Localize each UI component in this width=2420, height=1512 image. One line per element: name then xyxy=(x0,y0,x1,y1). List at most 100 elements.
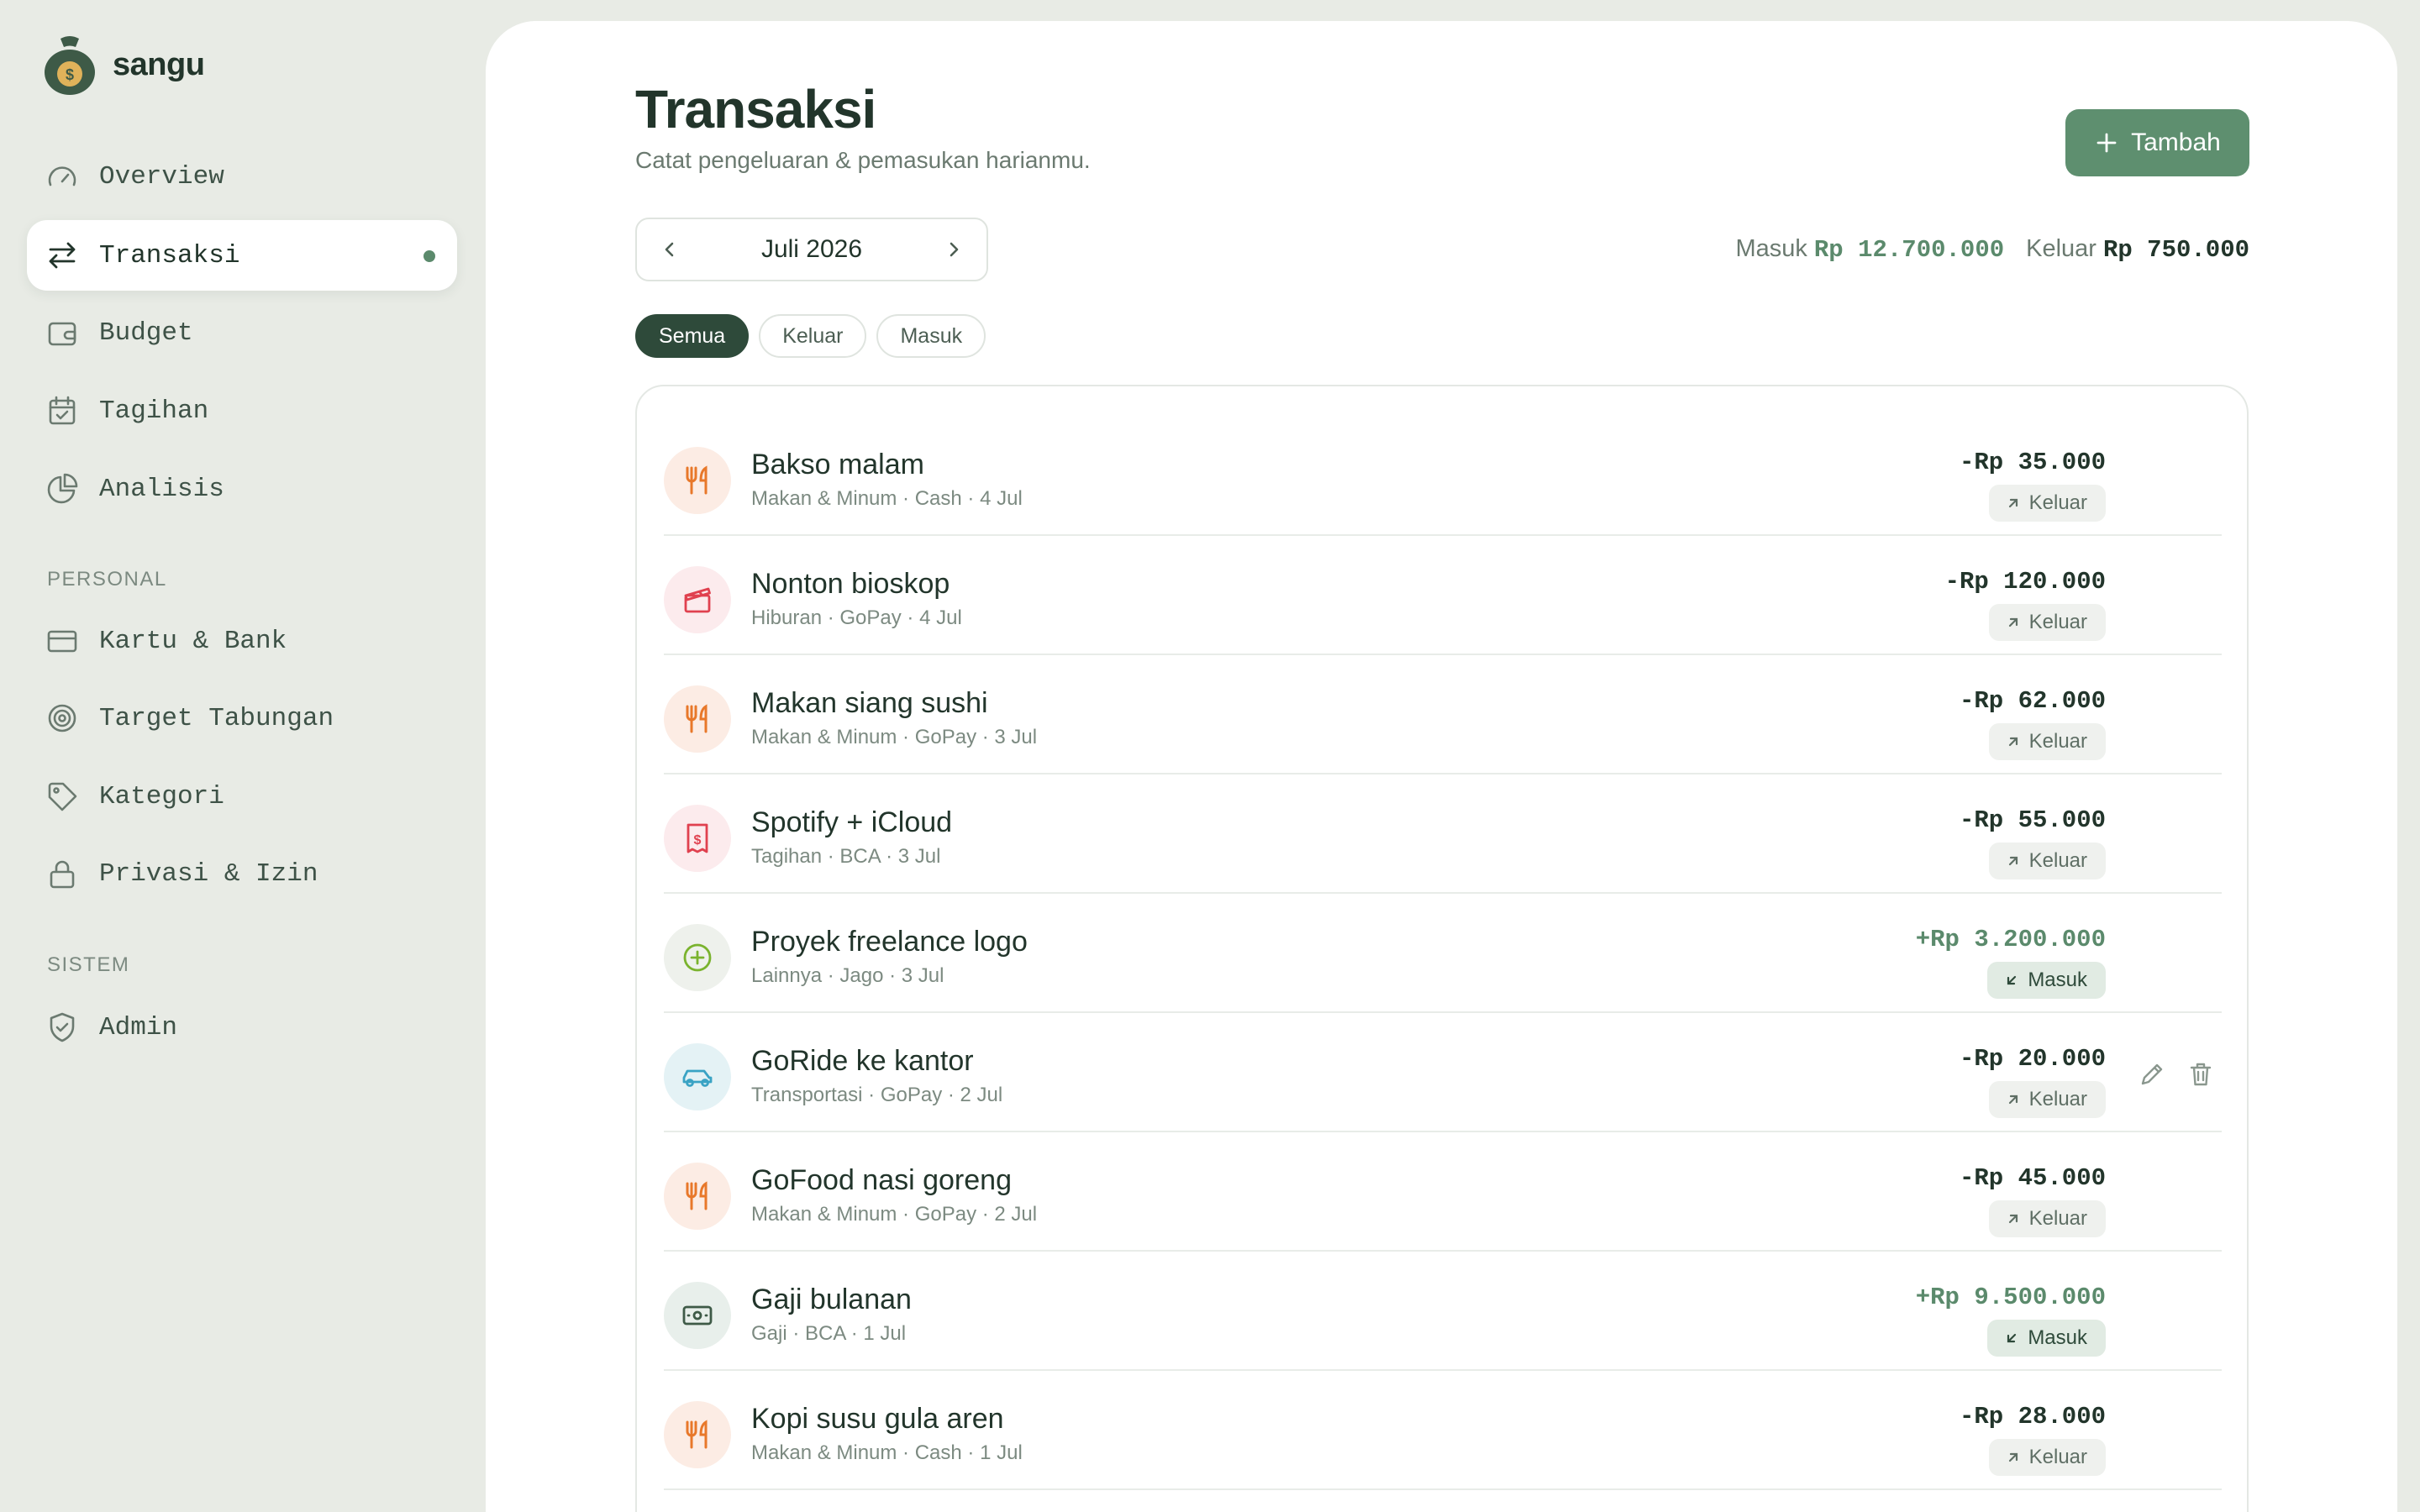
utensils-icon xyxy=(664,1163,731,1230)
transaction-list: Bakso malam Makan & Minum · Cash · 4 Jul -… xyxy=(635,385,2249,1512)
transaction-type-badge: Keluar xyxy=(1988,1439,2106,1476)
sidebar-item-kartu-bank[interactable]: Kartu & Bank xyxy=(27,606,457,676)
shield-check-icon xyxy=(45,1011,79,1044)
transaction-meta: Makan & Minum · GoPay · 2 Jul xyxy=(751,1203,1038,1226)
month-picker: Juli 2026 xyxy=(635,218,988,281)
transaction-meta: Makan & Minum · GoPay · 3 Jul xyxy=(751,726,1038,748)
sidebar-item-label: Privasi & Izin xyxy=(99,858,318,889)
row-actions xyxy=(2138,1060,2215,1089)
app-name: sangu xyxy=(113,46,205,82)
chevron-right-icon[interactable] xyxy=(943,239,965,260)
month-label: Juli 2026 xyxy=(760,235,863,263)
clapperboard-icon xyxy=(664,566,731,633)
transaction-row[interactable]: $ Spotify + iCloud Tagihan · BCA · 3 Jul -R… xyxy=(664,774,2222,894)
arrow-up-right-icon xyxy=(2008,737,2018,747)
transaction-row[interactable]: Makan siang sushi Makan & Minum · GoPay ·… xyxy=(664,655,2222,774)
transaction-meta: Hiburan · GoPay · 4 Jul xyxy=(751,606,962,629)
badge-label: Keluar xyxy=(2028,1446,2087,1468)
transaction-type-badge: Masuk xyxy=(1987,1320,2106,1357)
transaction-type-badge: Keluar xyxy=(1988,1081,2106,1118)
sidebar-item-label: Kartu & Bank xyxy=(99,626,287,656)
add-button-label: Tambah xyxy=(2131,129,2221,156)
sidebar: $ sangu Overview Transaksi Budget Tagiha… xyxy=(0,0,471,1512)
chevron-left-icon[interactable] xyxy=(659,239,681,260)
app-logo[interactable]: $ sangu xyxy=(42,34,205,96)
sidebar-item-label: Kategori xyxy=(99,781,224,811)
sidebar-item-label: Budget xyxy=(99,318,193,348)
page-title: Transaksi xyxy=(635,79,876,139)
transaction-title: Gaji bulanan xyxy=(751,1284,912,1315)
add-transaction-button[interactable]: Tambah xyxy=(2065,109,2249,176)
transaction-row[interactable]: Gaji bulanan Gaji · BCA · 1 Jul +Rp 9.500.… xyxy=(664,1252,2222,1371)
filter-chip-keluar[interactable]: Keluar xyxy=(759,314,867,358)
transaction-row[interactable]: Proyek freelance logo Lainnya · Jago · 3 … xyxy=(664,894,2222,1013)
badge-label: Masuk xyxy=(2028,1326,2087,1349)
filter-chip-masuk[interactable]: Masuk xyxy=(876,314,986,358)
sidebar-item-privasi-izin[interactable]: Privasi & Izin xyxy=(27,838,457,909)
transaction-meta: Tagihan · BCA · 3 Jul xyxy=(751,845,941,868)
pencil-icon[interactable] xyxy=(2138,1060,2166,1089)
income-total-value: Rp 12.700.000 xyxy=(1813,236,2005,264)
lock-icon xyxy=(45,857,79,890)
transaction-amount: -Rp 45.000 xyxy=(1959,1164,2106,1192)
transaction-title: GoRide ke kantor xyxy=(751,1045,974,1077)
transaction-title: Makan siang sushi xyxy=(751,687,988,719)
transaction-row[interactable]: Kopi susu gula aren Makan & Minum · Cash … xyxy=(664,1371,2222,1490)
transaction-amount: -Rp 62.000 xyxy=(1959,687,2106,715)
tag-icon xyxy=(45,780,79,813)
transaction-title: Spotify + iCloud xyxy=(751,806,953,838)
sidebar-item-budget[interactable]: Budget xyxy=(27,297,457,368)
sidebar-item-target-tabungan[interactable]: Target Tabungan xyxy=(27,683,457,753)
car-icon xyxy=(664,1043,731,1110)
transaction-amount: -Rp 28.000 xyxy=(1959,1403,2106,1431)
sidebar-item-kategori[interactable]: Kategori xyxy=(27,761,457,832)
transaction-type-badge: Keluar xyxy=(1988,723,2106,760)
credit-card-icon xyxy=(45,624,79,658)
trash-icon[interactable] xyxy=(2186,1060,2215,1089)
utensils-icon xyxy=(664,447,731,514)
sidebar-item-label: Tagihan xyxy=(99,396,209,426)
transaction-meta: Lainnya · Jago · 3 Jul xyxy=(751,964,944,987)
banknote-icon xyxy=(664,1282,731,1349)
transaction-meta: Makan & Minum · Cash · 1 Jul xyxy=(751,1441,1023,1464)
expense-total-value: Rp 750.000 xyxy=(2102,236,2249,264)
badge-label: Masuk xyxy=(2028,969,2087,991)
transaction-amount: +Rp 3.200.000 xyxy=(1915,926,2106,953)
page-subtitle: Catat pengeluaran & pemasukan harianmu. xyxy=(635,147,1091,173)
type-filter: Semua Keluar Masuk xyxy=(635,314,986,358)
expense-total-label: Keluar xyxy=(2026,235,2096,262)
sidebar-item-transaksi[interactable]: Transaksi xyxy=(27,220,457,291)
arrow-up-right-icon xyxy=(2008,617,2018,627)
transaction-amount: -Rp 35.000 xyxy=(1959,449,2106,476)
filter-chip-semua[interactable]: Semua xyxy=(635,314,750,358)
arrow-up-right-icon xyxy=(2008,1214,2018,1224)
arrow-up-right-icon xyxy=(2008,856,2018,866)
sidebar-item-label: Admin xyxy=(99,1012,178,1042)
badge-label: Keluar xyxy=(2028,611,2087,633)
arrow-up-right-icon xyxy=(2008,498,2018,508)
transaction-row[interactable]: Nonton bioskop Hiburan · GoPay · 4 Jul -Rp… xyxy=(664,536,2222,655)
arrow-down-left-icon xyxy=(2007,1333,2017,1343)
transaction-amount: -Rp 55.000 xyxy=(1959,806,2106,834)
sidebar-item-label: Target Tabungan xyxy=(99,703,334,733)
money-bag-icon: $ xyxy=(45,36,95,95)
sidebar-item-analisis[interactable]: Analisis xyxy=(27,454,457,524)
sidebar-item-tagihan[interactable]: Tagihan xyxy=(27,375,457,446)
gauge-icon xyxy=(45,160,79,193)
transaction-row[interactable]: Bakso malam Makan & Minum · Cash · 4 Jul -… xyxy=(664,417,2222,536)
utensils-icon xyxy=(664,685,731,753)
sidebar-item-admin[interactable]: Admin xyxy=(27,992,457,1063)
badge-label: Keluar xyxy=(2028,730,2087,753)
sidebar-item-overview[interactable]: Overview xyxy=(27,141,457,212)
receipt-icon: $ xyxy=(664,805,731,872)
badge-label: Keluar xyxy=(2028,849,2087,872)
transaction-title: GoFood nasi goreng xyxy=(751,1164,1012,1196)
transaction-row[interactable]: GoFood nasi goreng Makan & Minum · GoPay … xyxy=(664,1132,2222,1252)
plus-icon xyxy=(2096,133,2117,153)
plus-circle-icon xyxy=(664,924,731,991)
main-panel: Transaksi Catat pengeluaran & pemasukan … xyxy=(486,21,2397,1512)
transaction-meta: Transportasi · GoPay · 2 Jul xyxy=(751,1084,1003,1106)
transaction-row[interactable]: GoRide ke kantor Transportasi · GoPay · 2… xyxy=(664,1013,2222,1132)
transaction-amount: +Rp 9.500.000 xyxy=(1915,1284,2106,1311)
transaction-type-badge: Keluar xyxy=(1988,485,2106,522)
